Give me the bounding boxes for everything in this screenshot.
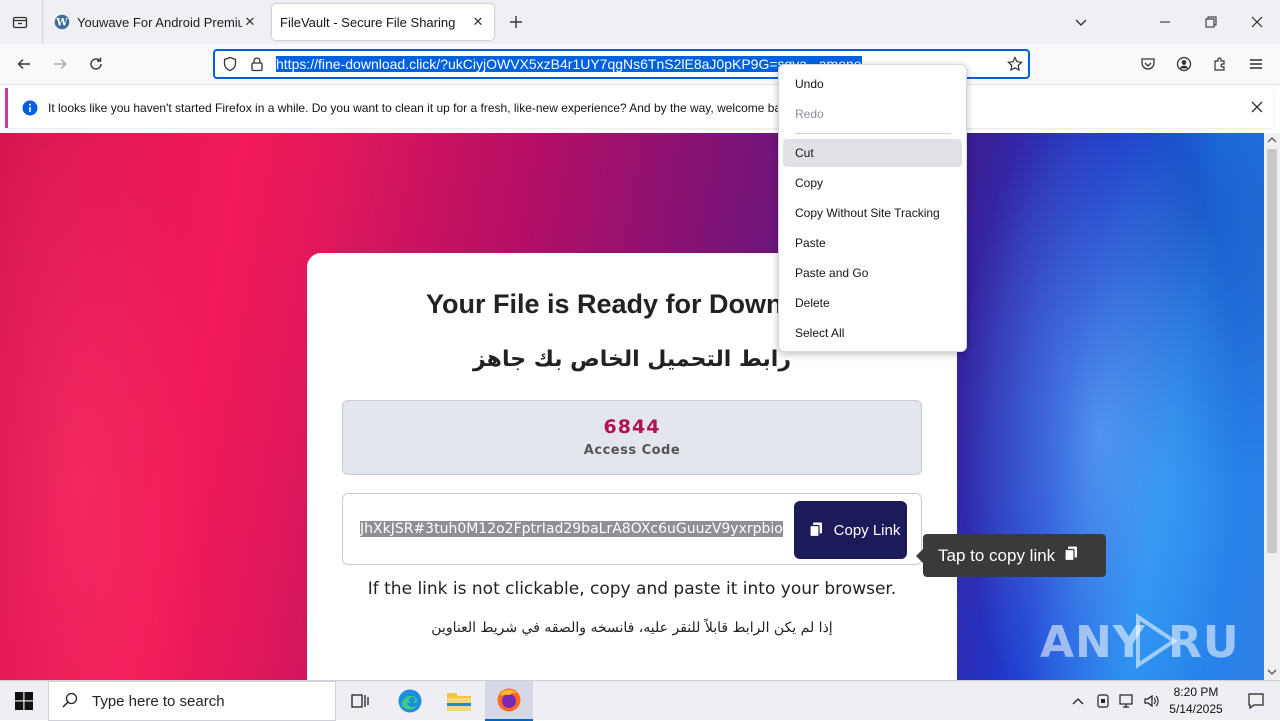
notification-bar: It looks like you haven't started Firefo… bbox=[5, 88, 1273, 128]
taskbar: Type here to search 8:20 PM 5/14/2025 bbox=[0, 680, 1280, 721]
info-icon bbox=[22, 100, 38, 119]
clock-date: 5/14/2025 bbox=[1169, 702, 1223, 716]
access-code-value: 6844 bbox=[603, 416, 661, 438]
search-icon bbox=[62, 692, 78, 711]
copy-link-label: Copy Link bbox=[833, 521, 901, 539]
scrollbar[interactable] bbox=[1264, 133, 1280, 680]
access-code-label: Access Code bbox=[583, 443, 681, 458]
tab-label: Youwave For Android Premium bbox=[77, 14, 242, 30]
reload-icon[interactable] bbox=[82, 50, 110, 78]
close-icon[interactable] bbox=[1250, 100, 1264, 117]
chevron-up-icon[interactable] bbox=[1066, 681, 1090, 721]
taskbar-search-box[interactable]: Type here to search bbox=[48, 681, 336, 721]
search-placeholder: Type here to search bbox=[92, 692, 225, 710]
clock-time: 8:20 PM bbox=[1173, 685, 1219, 699]
menu-item-copy[interactable]: Copy bbox=[783, 169, 962, 197]
svg-text:W: W bbox=[55, 18, 68, 29]
menu-item-cut[interactable]: Cut bbox=[783, 139, 962, 167]
tab-list-icon[interactable] bbox=[6, 8, 34, 36]
info-text: If the link is not clickable, copy and p… bbox=[367, 579, 897, 599]
menu-item-copy-without-tracking[interactable]: Copy Without Site Tracking bbox=[783, 199, 962, 227]
copy-tooltip: Tap to copy link bbox=[916, 534, 1106, 577]
menu-item-select-all[interactable]: Select All bbox=[783, 319, 962, 347]
menu-icon[interactable] bbox=[1242, 50, 1270, 78]
svg-text:RUN: RUN bbox=[1168, 617, 1240, 668]
windows-start-icon[interactable] bbox=[0, 681, 48, 721]
close-icon[interactable]: ✕ bbox=[242, 14, 258, 30]
notification-text: It looks like you haven't started Firefo… bbox=[48, 101, 788, 115]
volume-icon[interactable] bbox=[1140, 681, 1162, 721]
context-menu: Undo Redo Cut Copy Copy Without Site Tra… bbox=[778, 64, 967, 352]
tooltip-text: Tap to copy link bbox=[938, 545, 1056, 565]
file-explorer-icon[interactable] bbox=[435, 681, 483, 721]
list-all-tabs-icon[interactable] bbox=[1058, 0, 1104, 44]
tab-filevault[interactable]: FileVault - Secure File Sharing ✕ bbox=[272, 4, 494, 40]
menu-separator bbox=[795, 133, 951, 134]
bookmark-star-icon[interactable] bbox=[1007, 56, 1023, 75]
account-icon[interactable] bbox=[1170, 50, 1198, 78]
menu-item-redo[interactable]: Redo bbox=[783, 100, 962, 128]
close-icon[interactable]: ✕ bbox=[470, 14, 486, 30]
copy-icon bbox=[808, 521, 824, 540]
network-icon[interactable] bbox=[1116, 681, 1138, 721]
extensions-icon[interactable] bbox=[1206, 50, 1234, 78]
nav-bar: https://fine-download.click/?ukCiyjOWVX5… bbox=[0, 44, 1280, 85]
notifications-icon[interactable] bbox=[1232, 681, 1280, 721]
copy-link-button[interactable]: Copy Link bbox=[794, 501, 907, 559]
minimize-button[interactable] bbox=[1142, 0, 1188, 44]
link-box: JhXkJSR#3tuh0M12o2FptrIad29baLrA8OXc6uGu… bbox=[342, 493, 922, 565]
access-code-box: 6844 Access Code bbox=[342, 400, 922, 475]
lock-icon[interactable] bbox=[249, 56, 265, 75]
firefox-icon[interactable] bbox=[485, 681, 533, 721]
pocket-icon[interactable] bbox=[1134, 50, 1162, 78]
tab-youwave[interactable]: W Youwave For Android Premium ✕ bbox=[46, 4, 266, 40]
menu-item-delete[interactable]: Delete bbox=[783, 289, 962, 317]
menu-item-paste-and-go[interactable]: Paste and Go bbox=[783, 259, 962, 287]
menu-item-undo[interactable]: Undo bbox=[783, 70, 962, 98]
tab-separator bbox=[42, 0, 43, 44]
shield-icon[interactable] bbox=[222, 56, 238, 75]
new-tab-button[interactable] bbox=[502, 8, 530, 36]
menu-item-paste[interactable]: Paste bbox=[783, 229, 962, 257]
tab-label: FileVault - Secure File Sharing bbox=[280, 14, 456, 30]
task-view-icon[interactable] bbox=[336, 681, 384, 721]
restore-button[interactable] bbox=[1188, 0, 1234, 44]
scroll-thumb[interactable] bbox=[1267, 149, 1277, 553]
forward-icon[interactable] bbox=[46, 50, 74, 78]
window-close-button[interactable] bbox=[1234, 0, 1280, 44]
anyrun-watermark: ANY RUN bbox=[1040, 611, 1240, 671]
system-clock[interactable]: 8:20 PM 5/14/2025 bbox=[1160, 684, 1232, 718]
edge-icon[interactable] bbox=[386, 681, 434, 721]
wordpress-icon: W bbox=[54, 14, 70, 30]
tab-strip: W Youwave For Android Premium ✕ FileVaul… bbox=[0, 0, 1280, 44]
svg-text:ANY: ANY bbox=[1040, 617, 1146, 668]
back-icon[interactable] bbox=[10, 50, 38, 78]
download-link-field[interactable]: JhXkJSR#3tuh0M12o2FptrIad29baLrA8OXc6uGu… bbox=[360, 521, 792, 537]
copy-icon bbox=[1063, 545, 1079, 566]
device-icon[interactable] bbox=[1092, 681, 1114, 721]
info-text-arabic: إذا لم يكن الرابط قابلاً للنقر عليه، فان… bbox=[431, 620, 833, 636]
page-content: Your File is Ready for Download رابط الت… bbox=[0, 133, 1264, 680]
